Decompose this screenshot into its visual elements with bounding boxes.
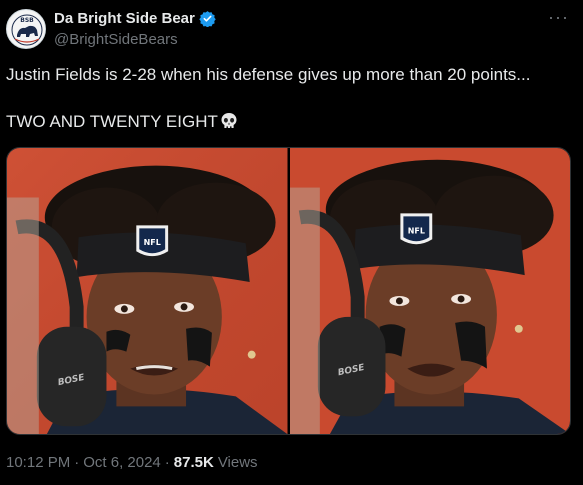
svg-text:NFL: NFL xyxy=(144,238,161,247)
media-photo-left[interactable]: NFL BOSE xyxy=(7,148,288,434)
display-name[interactable]: Da Bright Side Bear xyxy=(54,10,195,27)
avatar[interactable]: BSB xyxy=(6,9,46,49)
skull-icon xyxy=(219,111,239,131)
tweet-time[interactable]: 10:12 PM xyxy=(6,454,70,471)
tweet-date[interactable]: Oct 6, 2024 xyxy=(83,454,161,471)
tweet-header: BSB Da Bright Side Bear @BrightSideBears… xyxy=(6,6,577,50)
tweet-text-line2-text: TWO AND TWENTY EIGHT xyxy=(6,112,218,131)
separator: · xyxy=(164,454,170,471)
tweet-text: Justin Fields is 2-28 when his defense g… xyxy=(6,64,571,133)
bear-logo-icon: BSB xyxy=(8,11,45,48)
media-photo-right[interactable]: NFL BOSE xyxy=(289,148,570,434)
tweet-text-line1: Justin Fields is 2-28 when his defense g… xyxy=(6,65,531,84)
separator: · xyxy=(74,454,80,471)
views-count[interactable]: 87.5K xyxy=(174,454,214,471)
svg-text:BSB: BSB xyxy=(20,17,34,24)
media-grid[interactable]: NFL BOSE NFL BOSE xyxy=(6,147,571,435)
tweet-metadata: 10:12 PM · Oct 6, 2024 · 87.5K Views xyxy=(6,454,258,471)
more-options-icon[interactable]: ··· xyxy=(548,8,569,26)
handle[interactable]: @BrightSideBears xyxy=(54,31,178,48)
views-label: Views xyxy=(217,454,258,471)
svg-text:NFL: NFL xyxy=(407,226,424,235)
name-row: Da Bright Side Bear xyxy=(54,10,216,28)
verified-badge-icon xyxy=(199,10,216,28)
nfl-logo-icon: NFL xyxy=(136,225,169,257)
tweet-text-line2: TWO AND TWENTY EIGHT xyxy=(6,111,571,133)
nfl-logo-icon: NFL xyxy=(399,213,432,245)
